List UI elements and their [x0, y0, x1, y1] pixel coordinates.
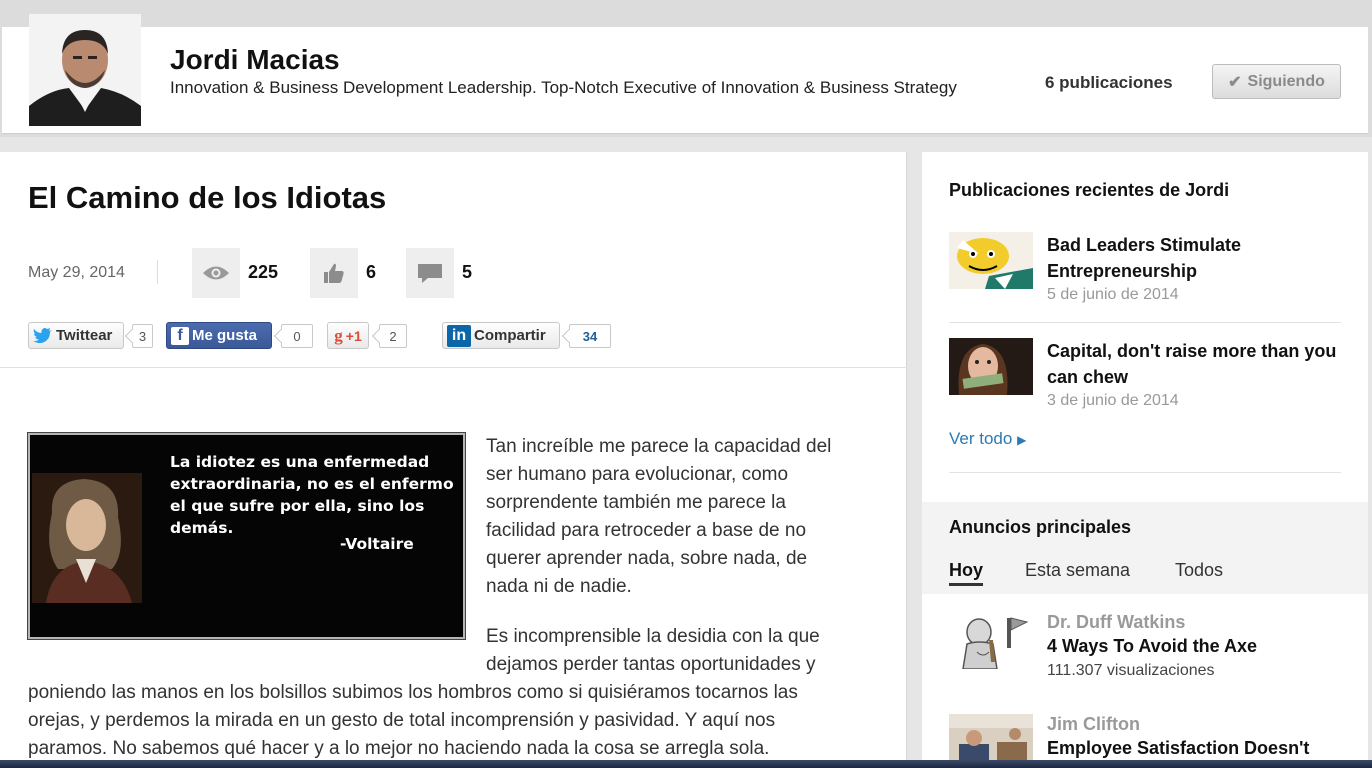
comments-stat[interactable]: [406, 248, 454, 298]
recent-posts-title: Publicaciones recientes de Jordi: [949, 180, 1230, 200]
author-avatar[interactable]: [29, 14, 141, 126]
paragraph-line: facilidad para retroceder a base de no: [486, 520, 807, 541]
author-headline: Innovation & Business Development Leader…: [170, 78, 957, 97]
facebook-f-icon: f: [171, 326, 189, 345]
likes-count: 6: [366, 262, 377, 282]
see-all-label: Ver todo: [949, 429, 1013, 448]
woman-money-thumbnail: [949, 338, 1033, 395]
tab-today[interactable]: Hoy: [949, 560, 984, 586]
recent-post-item[interactable]: Bad Leaders Stimulate Entrepreneurship 5…: [949, 232, 1341, 312]
paragraph-line: Tan increíble me parece la capacidad del: [486, 436, 832, 457]
top-post-title[interactable]: 4 Ways To Avoid the Axe: [1047, 636, 1257, 657]
top-announcements-header: [922, 502, 1368, 594]
twitter-count: 3: [132, 324, 153, 348]
top-post-author[interactable]: Dr. Duff Watkins: [1047, 612, 1185, 633]
top-post-thumbnail[interactable]: [949, 612, 1033, 669]
facebook-button-label: Me gusta: [192, 327, 258, 344]
see-all-link[interactable]: Ver todo ▶: [949, 429, 1026, 449]
views-count: 225: [248, 262, 279, 282]
cartoon-boss-thumbnail: [949, 232, 1033, 289]
article-paragraph-2-rest: poniendo las manos en los bolsillos subi…: [28, 679, 898, 763]
top-post-author[interactable]: Jim Clifton: [1047, 714, 1140, 735]
google-plus-icon: g: [334, 325, 343, 345]
gplus-count: 2: [379, 324, 407, 348]
paragraph-line: sorprendente también me parece la: [486, 492, 786, 513]
gplus-button-label: +1: [345, 327, 362, 344]
author-photo: [29, 14, 141, 126]
recent-bottom-divider: [949, 472, 1341, 473]
thumbs-up-icon: [324, 263, 344, 283]
voltaire-portrait: [32, 473, 142, 603]
paragraph-line: querer aprender nada, sobre nada, de: [486, 548, 808, 569]
paragraph-line: orejas, y perdemos la mirada en un gesto…: [28, 710, 776, 731]
publications-count[interactable]: 6 publicaciones: [1045, 73, 1173, 93]
caret-right-icon: ▶: [1017, 433, 1027, 447]
following-button[interactable]: ✔ Siguiendo: [1212, 64, 1341, 99]
views-stat[interactable]: [192, 248, 240, 298]
twitter-tweet-button[interactable]: Twittear: [28, 322, 124, 349]
google-plus-one-button[interactable]: g +1: [327, 322, 369, 349]
paragraph-line: ser humano para evolucionar, como: [486, 464, 789, 485]
article-date: May 29, 2014: [28, 264, 125, 281]
paragraph-line: paramos. No sabemos qué hacer y a lo mej…: [28, 738, 770, 759]
linkedin-button-label: Compartir: [474, 327, 546, 344]
sidebar: Publicaciones recientes de Jordi Bad Lea…: [922, 152, 1368, 768]
twitter-bird-icon: [33, 327, 52, 343]
article-column: El Camino de los Idiotas May 29, 2014 22…: [0, 152, 907, 768]
recent-post-thumbnail[interactable]: [949, 338, 1033, 395]
twitter-button-label: Twittear: [56, 327, 113, 344]
recent-post-date: 5 de junio de 2014: [1047, 286, 1179, 303]
cartoon-axe-thumbnail: [949, 612, 1033, 669]
tab-this-week[interactable]: Esta semana: [1025, 560, 1130, 581]
recent-post-title[interactable]: Capital, don't raise more than you can c…: [1047, 338, 1347, 390]
quote-text: La idiotez es una enfermedad extraordina…: [170, 453, 454, 537]
top-post-views: 111.307 visualizaciones: [1047, 662, 1215, 679]
recent-post-thumbnail[interactable]: [949, 232, 1033, 289]
comment-bubble-icon: [418, 264, 442, 283]
linkedin-in-icon: in: [447, 324, 471, 347]
facebook-count: 0: [281, 324, 313, 348]
facebook-like-button[interactable]: f Me gusta: [166, 322, 272, 349]
following-button-label: Siguiendo: [1247, 72, 1325, 90]
paragraph-line: poniendo las manos en los bolsillos subi…: [28, 682, 798, 703]
article-stats: May 29, 2014 225 6 5: [28, 248, 628, 298]
top-post-item[interactable]: Dr. Duff Watkins 4 Ways To Avoid the Axe…: [949, 612, 1349, 692]
paragraph-line: Es incomprensible la desidia con la que: [486, 626, 820, 647]
stats-separator: [157, 260, 158, 284]
eye-icon: [203, 266, 229, 280]
article-paragraph-1: Tan increíble me parece la capacidad del…: [486, 433, 886, 601]
voltaire-quote-image[interactable]: La idiotez es una enfermedad extraordina…: [27, 432, 466, 640]
profile-card: Jordi Macias Innovation & Business Devel…: [2, 14, 1368, 134]
os-taskbar: [0, 760, 1372, 768]
recent-post-date: 3 de junio de 2014: [1047, 392, 1179, 409]
recent-divider: [949, 322, 1341, 323]
social-share-bar: Twittear 3 f Me gusta 0 g +1 2 in Compar…: [28, 322, 728, 350]
top-announcements-title: Anuncios principales: [949, 517, 1132, 537]
checkmark-icon: ✔: [1228, 73, 1242, 91]
comments-count: 5: [462, 262, 473, 282]
author-name[interactable]: Jordi Macias: [170, 44, 340, 76]
linkedin-count: 34: [569, 324, 611, 348]
paragraph-line: nada ni de nadie.: [486, 576, 632, 597]
share-divider: [0, 367, 907, 368]
recent-post-item[interactable]: Capital, don't raise more than you can c…: [949, 338, 1341, 418]
linkedin-share-button[interactable]: in Compartir: [442, 322, 560, 349]
article-title: El Camino de los Idiotas: [28, 180, 387, 215]
quote-author: -Voltaire: [340, 535, 414, 553]
top-post-title[interactable]: Employee Satisfaction Doesn't: [1047, 738, 1309, 759]
tab-all[interactable]: Todos: [1175, 560, 1223, 581]
paragraph-line: dejamos perder tantas oportunidades y: [486, 654, 816, 675]
article-paragraph-2-start: Es incomprensible la desidia con la que …: [486, 623, 886, 679]
profile-header: Jordi Macias Innovation & Business Devel…: [0, 0, 1372, 137]
likes-stat[interactable]: [310, 248, 358, 298]
recent-post-title[interactable]: Bad Leaders Stimulate Entrepreneurship: [1047, 232, 1347, 284]
